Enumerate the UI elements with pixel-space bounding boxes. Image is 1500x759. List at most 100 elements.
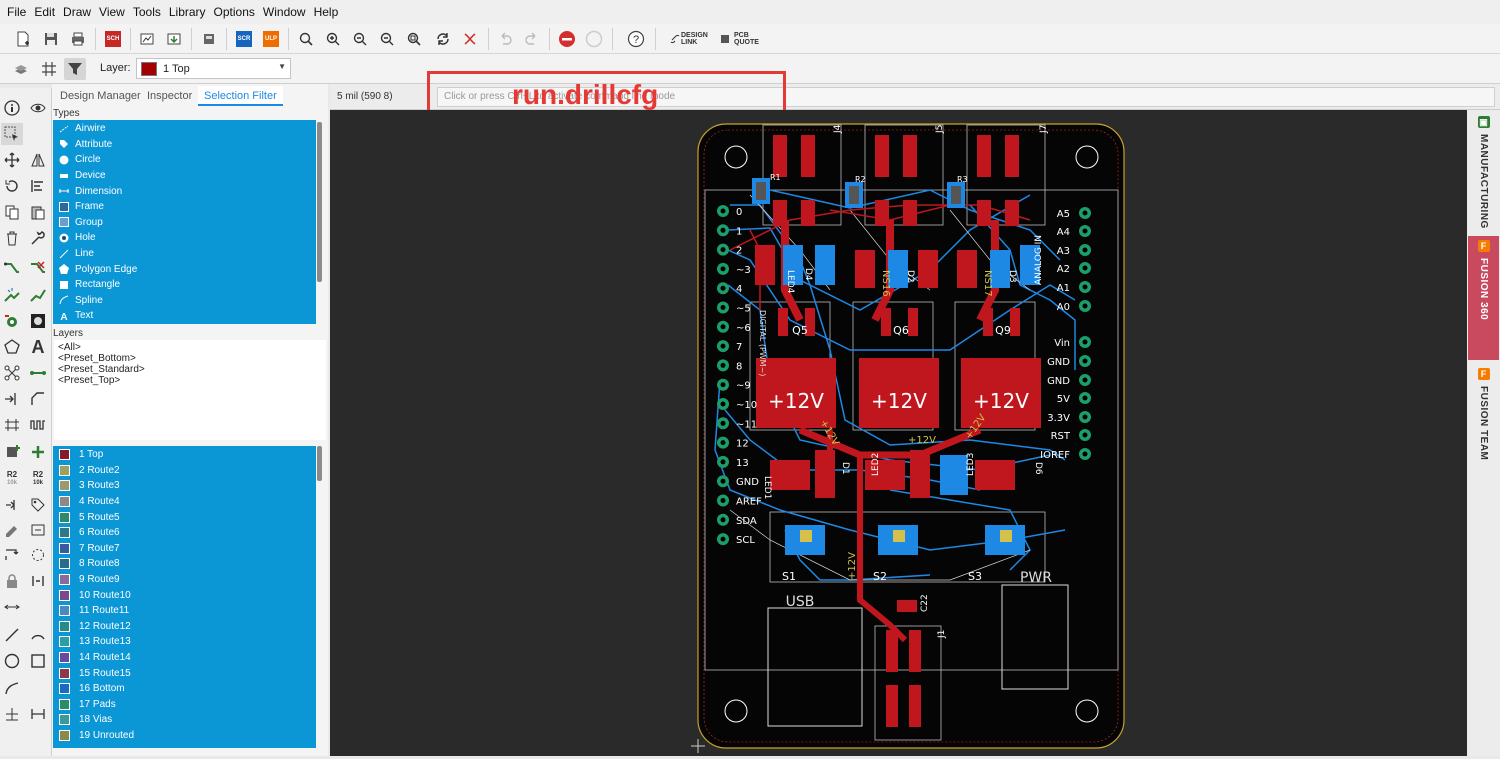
zoom-in-icon[interactable] bbox=[322, 28, 344, 50]
type-row[interactable]: Spline bbox=[59, 293, 103, 309]
preset-item[interactable]: <All> bbox=[58, 342, 81, 353]
move-icon[interactable] bbox=[1, 149, 23, 171]
menu-draw[interactable]: Draw bbox=[59, 5, 95, 19]
new-file-icon[interactable] bbox=[12, 28, 34, 50]
board-canvas[interactable]: 0 1 2 ~3 4 ~5 ~6 7 8 ~9 ~10 ~11 12 13 GND AREF SDA SCL A5… bbox=[330, 110, 1467, 756]
layer-row[interactable]: 10 Route10 bbox=[59, 587, 131, 603]
gateswap-icon[interactable] bbox=[27, 544, 49, 566]
show-icon[interactable] bbox=[27, 97, 49, 119]
grid-icon[interactable] bbox=[38, 58, 60, 80]
help-icon[interactable]: ? bbox=[625, 28, 647, 50]
layer-row[interactable]: 6 Route6 bbox=[59, 525, 120, 541]
paste-icon[interactable] bbox=[27, 201, 49, 223]
export-icon[interactable] bbox=[163, 28, 185, 50]
menu-options[interactable]: Options bbox=[210, 5, 259, 19]
menu-help[interactable]: Help bbox=[310, 5, 343, 19]
preset-item[interactable]: <Preset_Bottom> bbox=[58, 353, 136, 364]
go-icon[interactable] bbox=[583, 28, 605, 50]
tab-design-manager[interactable]: Design Manager bbox=[54, 86, 147, 106]
mirror-icon[interactable] bbox=[27, 149, 49, 171]
layer-row[interactable]: 15 Route15 bbox=[59, 665, 131, 681]
type-row[interactable]: Attribute bbox=[59, 137, 112, 153]
type-row[interactable]: Device bbox=[59, 168, 106, 184]
fusion360-tab[interactable]: F FUSION 360 bbox=[1468, 236, 1499, 360]
line-tool-icon[interactable] bbox=[1, 624, 23, 646]
layer-row[interactable]: 12 Route12 bbox=[59, 619, 131, 635]
replace-icon[interactable] bbox=[27, 519, 49, 541]
copy-icon[interactable] bbox=[1, 201, 23, 223]
zoom-area-icon[interactable] bbox=[403, 28, 425, 50]
route-icon[interactable] bbox=[1, 258, 23, 280]
layer-row[interactable]: 7 Route7 bbox=[59, 541, 120, 557]
layer-row[interactable]: 18 Vias bbox=[59, 712, 112, 728]
tab-selection-filter[interactable]: Selection Filter bbox=[198, 86, 283, 106]
meander-icon[interactable] bbox=[27, 414, 49, 436]
redo-icon[interactable] bbox=[521, 28, 543, 50]
preset-item[interactable]: <Preset_Standard> bbox=[58, 364, 145, 375]
fusion-team-tab[interactable]: F FUSION TEAM bbox=[1468, 364, 1499, 488]
stop-icon[interactable] bbox=[556, 28, 578, 50]
layer-row[interactable]: 5 Route5 bbox=[59, 509, 120, 525]
menu-library[interactable]: Library bbox=[165, 5, 210, 19]
zoom-select-icon[interactable] bbox=[376, 28, 398, 50]
via-icon[interactable] bbox=[1, 310, 23, 332]
zoom-fit-icon[interactable] bbox=[295, 28, 317, 50]
wire-icon[interactable] bbox=[27, 362, 49, 384]
mark-icon[interactable] bbox=[1, 703, 23, 725]
change-icon[interactable] bbox=[1, 519, 23, 541]
miter-icon[interactable] bbox=[27, 388, 49, 410]
rectangle-tool-icon[interactable] bbox=[27, 650, 49, 672]
cam-icon[interactable] bbox=[136, 28, 158, 50]
text-tool-icon[interactable]: A bbox=[27, 336, 49, 358]
ulp-icon[interactable]: ULP bbox=[260, 28, 282, 50]
delete-icon[interactable] bbox=[1, 227, 23, 249]
type-row[interactable]: Dimension bbox=[59, 183, 122, 199]
type-row[interactable]: Airwire bbox=[59, 121, 106, 137]
layer-row[interactable]: 17 Pads bbox=[59, 697, 116, 713]
info-icon[interactable] bbox=[1, 97, 23, 119]
menu-view[interactable]: View bbox=[95, 5, 129, 19]
arc-tool-icon[interactable] bbox=[27, 624, 49, 646]
menu-window[interactable]: Window bbox=[259, 5, 310, 19]
tab-inspector[interactable]: Inspector bbox=[141, 86, 198, 106]
layer-row[interactable]: 4 Route4 bbox=[59, 494, 120, 510]
type-row[interactable]: A Text bbox=[59, 308, 93, 324]
measure-icon[interactable] bbox=[27, 703, 49, 725]
print-icon[interactable] bbox=[67, 28, 89, 50]
slice-icon[interactable] bbox=[1, 388, 23, 410]
smash-icon[interactable] bbox=[1, 494, 23, 516]
layer-row[interactable]: 9 Route9 bbox=[59, 572, 120, 588]
types-scrollbar[interactable] bbox=[317, 122, 322, 282]
redraw-icon[interactable] bbox=[432, 28, 454, 50]
circle-tool-icon[interactable] bbox=[1, 650, 23, 672]
value-icon[interactable]: R2 10k bbox=[27, 468, 49, 490]
zoom-out-icon[interactable] bbox=[349, 28, 371, 50]
layer-row[interactable]: 8 Route8 bbox=[59, 556, 120, 572]
pcb-quote-icon[interactable] bbox=[714, 28, 736, 50]
add-part-icon[interactable] bbox=[1, 441, 23, 463]
save-icon[interactable] bbox=[40, 28, 62, 50]
split-icon[interactable] bbox=[1, 414, 23, 436]
type-row[interactable]: Group bbox=[59, 215, 103, 231]
autoroute-icon[interactable] bbox=[1, 284, 23, 306]
layer-row[interactable]: 3 Route3 bbox=[59, 478, 120, 494]
lock-icon[interactable] bbox=[1, 570, 23, 592]
layer-row[interactable]: 19 Unrouted bbox=[59, 728, 134, 744]
filter-icon[interactable] bbox=[64, 58, 86, 80]
layer-settings-icon[interactable] bbox=[10, 58, 32, 80]
type-row[interactable]: Rectangle bbox=[59, 277, 120, 293]
preset-item[interactable]: <Preset_Top> bbox=[58, 375, 120, 386]
undo-icon[interactable] bbox=[494, 28, 516, 50]
schematic-icon[interactable]: SCH bbox=[102, 28, 124, 50]
wrench-icon[interactable] bbox=[27, 227, 49, 249]
resistor-r2-icon[interactable]: R2 10k bbox=[1, 468, 23, 490]
type-row[interactable]: Polygon Edge bbox=[59, 261, 137, 277]
script-icon[interactable]: SCR bbox=[233, 28, 255, 50]
menu-file[interactable]: File bbox=[3, 5, 30, 19]
type-row[interactable]: Circle bbox=[59, 152, 101, 168]
pad-icon[interactable] bbox=[27, 310, 49, 332]
type-row[interactable]: Line bbox=[59, 246, 94, 262]
add-icon[interactable] bbox=[27, 441, 49, 463]
pinswap-icon[interactable] bbox=[1, 544, 23, 566]
select-icon[interactable] bbox=[1, 123, 23, 145]
